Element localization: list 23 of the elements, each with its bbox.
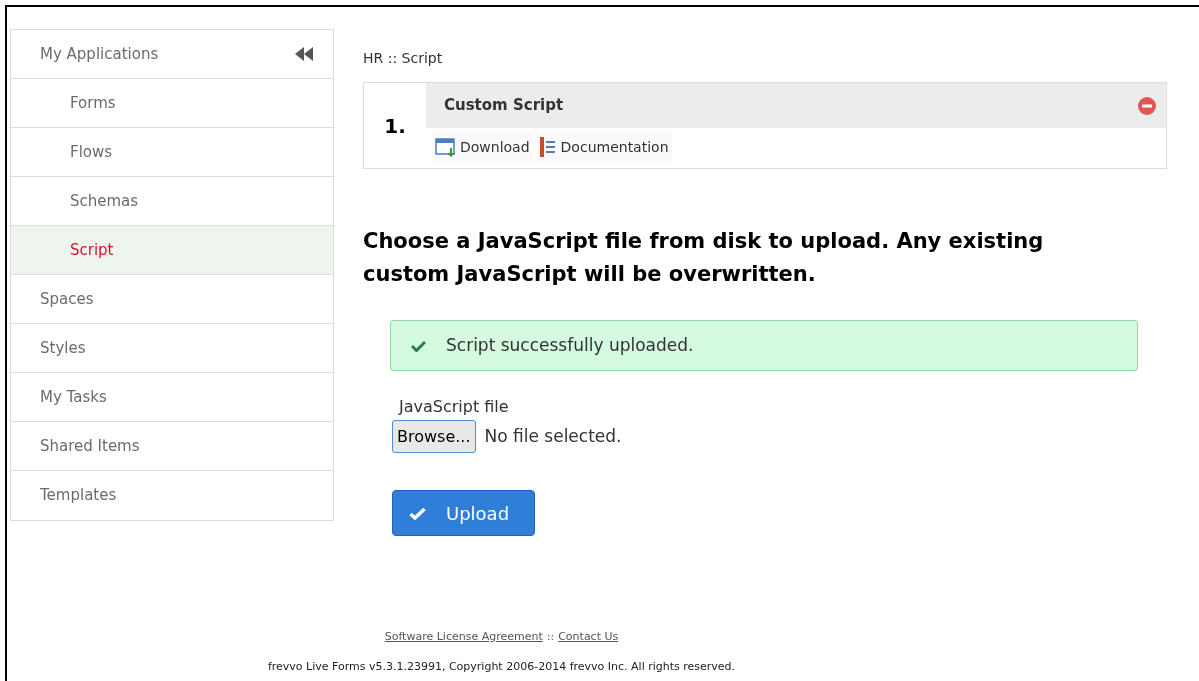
alert-message: Script successfully uploaded. xyxy=(446,333,694,357)
download-icon xyxy=(435,137,457,157)
breadcrumb: HR :: Script xyxy=(363,49,444,68)
remove-icon[interactable] xyxy=(1138,96,1156,115)
field-label: JavaScript file xyxy=(399,396,510,418)
toolbar-link[interactable]: Documentation xyxy=(534,130,672,164)
browse-button[interactable]: Browse... xyxy=(392,420,476,453)
instructions-heading: Choose a JavaScript file from disk to upload. Any existing custom JavaScript will be overwritten. xyxy=(363,228,1045,288)
toolbar-link[interactable]: Download xyxy=(432,130,533,164)
check-icon xyxy=(409,506,426,520)
upload-button[interactable]: Upload xyxy=(392,490,535,536)
footer-link[interactable]: Contact Us xyxy=(558,629,619,646)
footer-link[interactable]: Software License Agreement xyxy=(384,629,543,646)
check-icon xyxy=(411,339,426,352)
file-status: No file selected. xyxy=(484,424,622,448)
card-title: Custom Script xyxy=(444,95,564,117)
separator: :: xyxy=(546,629,555,645)
collapse-icon[interactable] xyxy=(295,47,313,61)
sidebar-item[interactable]: My Applications xyxy=(40,42,159,66)
item-number: 1. xyxy=(384,112,406,140)
document-icon xyxy=(537,136,558,158)
sidebar-item[interactable]: Script xyxy=(11,226,333,275)
copyright-text: frevvo Live Forms v5.3.1.23991, Copyright 2006-2014 frevvo Inc. All rights reserved. xyxy=(267,658,736,675)
